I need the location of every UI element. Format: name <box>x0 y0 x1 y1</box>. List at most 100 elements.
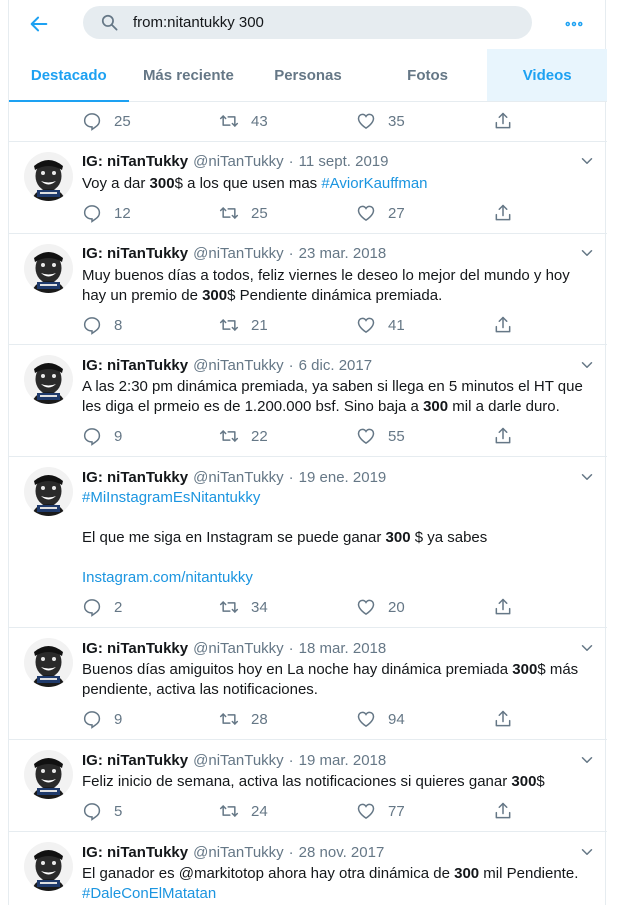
share-button[interactable] <box>493 709 513 729</box>
author-handle[interactable]: @niTanTukky <box>193 844 284 861</box>
author-handle[interactable]: @niTanTukky <box>193 153 284 170</box>
share-button[interactable] <box>493 426 513 446</box>
like-button[interactable]: 41 <box>356 315 405 335</box>
search-bar[interactable] <box>83 6 532 39</box>
tweet-partial[interactable]: 25 43 35 <box>9 102 607 142</box>
tweet-date[interactable]: 28 nov. 2017 <box>299 844 385 861</box>
avatar[interactable] <box>24 355 73 404</box>
tweet-date[interactable]: 19 ene. 2019 <box>299 469 387 486</box>
reply-button[interactable]: 9 <box>82 709 122 729</box>
avatar[interactable] <box>24 638 73 687</box>
reply-button[interactable]: 25 <box>82 111 131 131</box>
tweet-actions: 25 43 35 <box>82 111 522 131</box>
share-button[interactable] <box>493 597 513 617</box>
like-button[interactable]: 35 <box>356 111 405 131</box>
like-button[interactable]: 27 <box>356 203 405 223</box>
avatar[interactable] <box>24 467 73 516</box>
tab-personas[interactable]: Personas <box>248 49 368 101</box>
tweet-header: IG: niTanTukky @niTanTukky · 28 nov. 201… <box>82 842 384 862</box>
tweet[interactable]: IG: niTanTukky @niTanTukky · 6 dic. 2017… <box>9 345 607 457</box>
share-button[interactable] <box>493 801 513 821</box>
tab-videos[interactable]: Videos <box>487 49 607 101</box>
search-input[interactable] <box>133 14 513 31</box>
tweet-menu-button[interactable] <box>577 243 597 263</box>
like-count: 20 <box>388 598 405 616</box>
tweet[interactable]: IG: niTanTukky @niTanTukky · 28 nov. 201… <box>9 832 607 905</box>
tweet-actions: 8 21 41 <box>82 315 522 335</box>
reply-icon <box>82 426 102 446</box>
tweet-menu-button[interactable] <box>577 355 597 375</box>
tweet[interactable]: IG: niTanTukky @niTanTukky · 18 mar. 201… <box>9 628 607 740</box>
tweet-date[interactable]: 18 mar. 2018 <box>299 640 387 657</box>
like-button[interactable]: 20 <box>356 597 405 617</box>
arrow-left-icon <box>30 16 48 32</box>
instagram-link[interactable]: Instagram.com/nitantukky <box>82 569 253 586</box>
share-button[interactable] <box>493 111 513 131</box>
author-name[interactable]: IG: niTanTukky <box>82 469 188 486</box>
author-name[interactable]: IG: niTanTukky <box>82 357 188 374</box>
like-button[interactable]: 55 <box>356 426 405 446</box>
like-button[interactable]: 77 <box>356 801 405 821</box>
tweet-menu-button[interactable] <box>577 750 597 770</box>
tweet-menu-button[interactable] <box>577 638 597 658</box>
retweet-button[interactable]: 43 <box>219 111 268 131</box>
tweet[interactable]: IG: niTanTukky @niTanTukky · 19 ene. 201… <box>9 457 607 628</box>
hashtag-link[interactable]: #MiInstagramEsNitantukky <box>82 489 260 506</box>
avatar[interactable] <box>24 750 73 799</box>
tweet[interactable]: IG: niTanTukky @niTanTukky · 19 mar. 201… <box>9 740 607 832</box>
author-handle[interactable]: @niTanTukky <box>193 469 284 486</box>
like-icon <box>356 426 376 446</box>
reply-button[interactable]: 2 <box>82 597 122 617</box>
tweet-date[interactable]: 23 mar. 2018 <box>299 245 387 262</box>
tweet[interactable]: IG: niTanTukky @niTanTukky · 23 mar. 201… <box>9 234 607 345</box>
author-name[interactable]: IG: niTanTukky <box>82 844 188 861</box>
retweet-icon <box>219 801 239 821</box>
hashtag-link[interactable]: #AviorKauffman <box>321 175 427 192</box>
share-icon <box>493 203 513 223</box>
reply-button[interactable]: 12 <box>82 203 131 223</box>
tweet-menu-button[interactable] <box>577 151 597 171</box>
avatar[interactable] <box>24 842 73 891</box>
avatar[interactable] <box>24 152 73 201</box>
tweet[interactable]: IG: niTanTukky @niTanTukky · 11 sept. 20… <box>9 142 607 234</box>
retweet-icon <box>219 111 239 131</box>
tweet-date[interactable]: 11 sept. 2019 <box>299 153 389 170</box>
author-name[interactable]: IG: niTanTukky <box>82 640 188 657</box>
tweet-menu-button[interactable] <box>577 467 597 487</box>
reply-button[interactable]: 8 <box>82 315 122 335</box>
tweet-text: #MiInstagramEsNitantukky El que me siga … <box>82 488 587 588</box>
reply-icon <box>82 203 102 223</box>
tweet-date[interactable]: 19 mar. 2018 <box>299 752 387 769</box>
retweet-button[interactable]: 21 <box>219 315 268 335</box>
tweet-actions: 5 24 77 <box>82 801 522 821</box>
more-options-button[interactable] <box>560 10 588 38</box>
tweet-text: Feliz inicio de semana, activa las notif… <box>82 772 587 792</box>
author-name[interactable]: IG: niTanTukky <box>82 153 188 170</box>
like-button[interactable]: 94 <box>356 709 405 729</box>
avatar[interactable] <box>24 244 73 293</box>
text-highlight: 300 <box>512 661 538 678</box>
reply-count: 5 <box>114 802 123 820</box>
author-name[interactable]: IG: niTanTukky <box>82 245 188 262</box>
retweet-button[interactable]: 28 <box>219 709 268 729</box>
tab-mas-reciente[interactable]: Más reciente <box>129 49 249 101</box>
reply-button[interactable]: 9 <box>82 426 122 446</box>
share-button[interactable] <box>493 203 513 223</box>
retweet-button[interactable]: 24 <box>219 801 268 821</box>
back-button[interactable] <box>25 10 53 38</box>
retweet-button[interactable]: 34 <box>219 597 268 617</box>
author-handle[interactable]: @niTanTukky <box>193 640 284 657</box>
retweet-button[interactable]: 22 <box>219 426 268 446</box>
share-button[interactable] <box>493 315 513 335</box>
hashtag-link[interactable]: #DaleConElMatatan <box>82 885 216 902</box>
author-name[interactable]: IG: niTanTukky <box>82 752 188 769</box>
tab-fotos[interactable]: Fotos <box>368 49 488 101</box>
tweet-date[interactable]: 6 dic. 2017 <box>299 357 372 374</box>
author-handle[interactable]: @niTanTukky <box>193 245 284 262</box>
author-handle[interactable]: @niTanTukky <box>193 752 284 769</box>
reply-button[interactable]: 5 <box>82 801 122 821</box>
tab-destacado[interactable]: Destacado <box>9 49 129 102</box>
tweet-menu-button[interactable] <box>577 842 597 862</box>
author-handle[interactable]: @niTanTukky <box>193 357 284 374</box>
retweet-button[interactable]: 25 <box>219 203 268 223</box>
